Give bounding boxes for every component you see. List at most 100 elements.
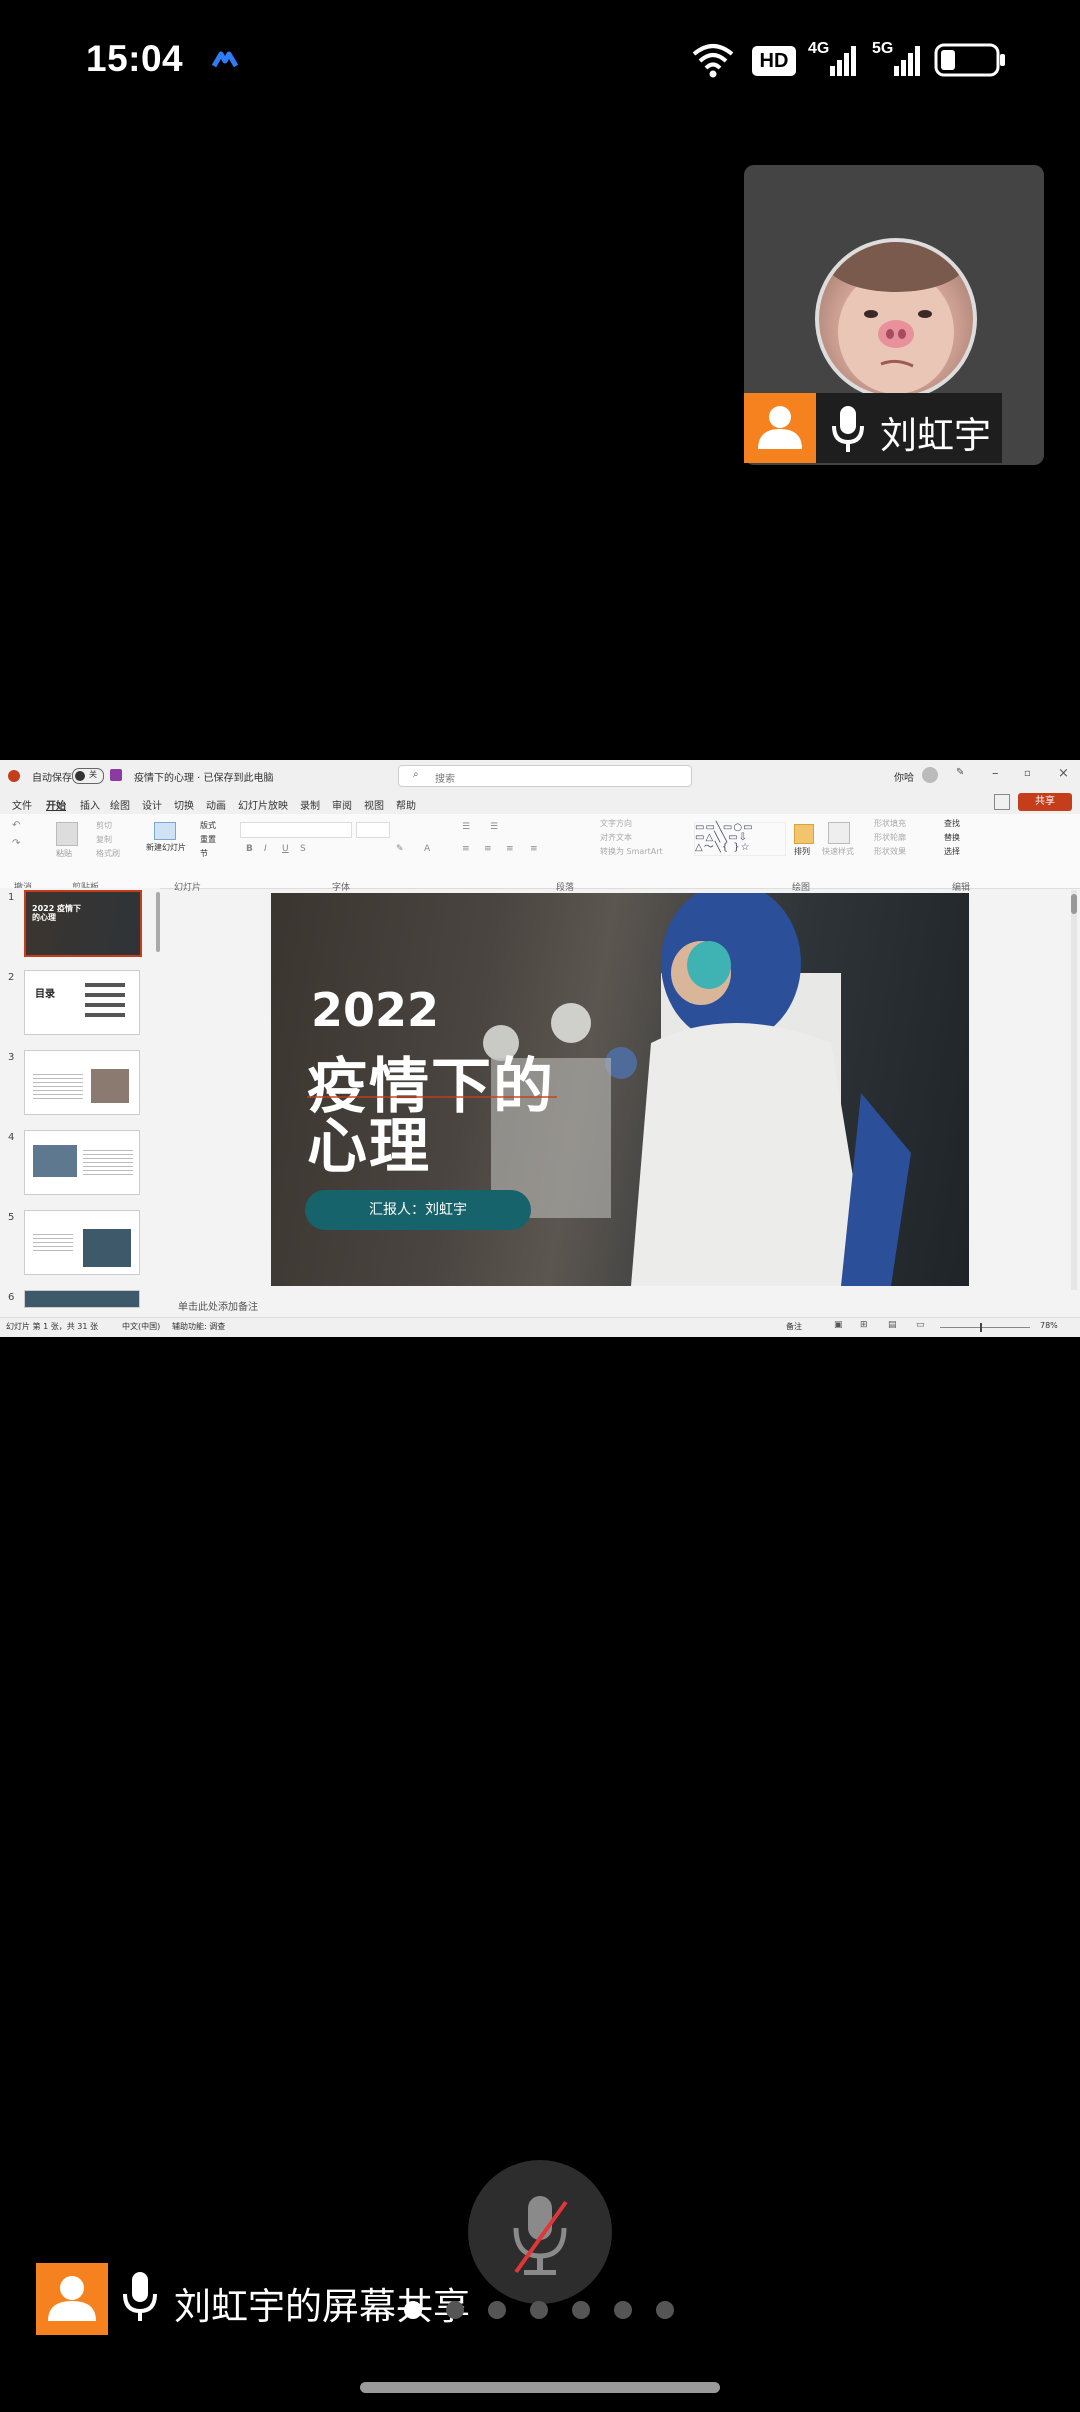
thumbnail-scrollbar[interactable] xyxy=(156,892,160,952)
reading-view-icon[interactable]: ▤ xyxy=(888,1320,897,1330)
thumbnail-slide-3[interactable] xyxy=(24,1050,140,1115)
menu-item-draw[interactable]: 绘图 xyxy=(110,797,130,812)
paste-icon[interactable] xyxy=(56,822,78,846)
language-status[interactable]: 中文(中国) xyxy=(122,1321,160,1332)
slide-scrollbar[interactable] xyxy=(1071,890,1077,1290)
autosave-toggle[interactable]: 关 xyxy=(72,768,104,784)
pen-icon[interactable]: ✎ xyxy=(956,767,964,778)
paste-button-label[interactable]: 粘贴 xyxy=(56,848,72,859)
user-name[interactable]: 你哈 xyxy=(894,769,914,784)
font-color-icon[interactable]: A xyxy=(424,844,430,854)
page-dot-2[interactable] xyxy=(446,2301,464,2319)
comments-icon[interactable] xyxy=(994,794,1010,810)
slideshow-icon[interactable]: ▭ xyxy=(916,1320,925,1330)
text-direction-button[interactable]: 文字方向 xyxy=(600,818,632,829)
arrange-button[interactable]: 排列 xyxy=(794,846,810,857)
page-dot-7[interactable] xyxy=(656,2301,674,2319)
quick-styles-icon[interactable] xyxy=(828,822,850,844)
new-slide-button[interactable]: 新建幻灯片 xyxy=(146,842,186,853)
highlight-icon[interactable]: ✎ xyxy=(396,844,404,854)
shapes-gallery[interactable]: ▭▭╲▭○▭ ▭△╲╲▭⇩ △〜╲{ }☆ xyxy=(694,822,786,856)
reset-button[interactable]: 重置 xyxy=(200,834,216,845)
menu-item-animations[interactable]: 动画 xyxy=(206,797,226,812)
ppt-menu-bar: 文件 开始 插入 绘图 设计 切换 动画 幻灯片放映 录制 审阅 视图 帮助 共… xyxy=(0,792,1080,814)
participant-name: 刘虹宇 xyxy=(880,415,991,456)
smartart-button[interactable]: 转换为 SmartArt xyxy=(600,846,663,857)
font-family-select[interactable] xyxy=(240,822,352,838)
shape-outline-button[interactable]: 形状轮廓 xyxy=(874,832,906,843)
align-right-icon[interactable]: ≡ xyxy=(506,844,514,854)
document-title[interactable]: 疫情下的心理 · 已保存到此电脑 xyxy=(134,769,274,784)
undo-icon[interactable]: ↶ xyxy=(12,820,20,831)
page-dot-6[interactable] xyxy=(614,2301,632,2319)
thumbnail-slide-5[interactable] xyxy=(24,1210,140,1275)
thumbnail-slide-1[interactable]: 2022 疫情下的心理 xyxy=(24,890,142,957)
minimize-icon[interactable]: – xyxy=(992,766,999,781)
mute-microphone-button[interactable] xyxy=(468,2160,612,2304)
home-indicator[interactable] xyxy=(360,2382,720,2393)
normal-view-icon[interactable]: ▣ xyxy=(834,1320,843,1330)
close-icon[interactable]: × xyxy=(1058,766,1069,781)
strikethrough-icon[interactable]: S xyxy=(300,844,306,854)
ppt-status-bar: 幻灯片 第 1 张，共 31 张 中文(中国) 辅助功能: 调查 备注 ▣ ⊞ … xyxy=(0,1317,1080,1337)
numbering-icon[interactable]: ☰ xyxy=(490,822,498,832)
page-dot-4[interactable] xyxy=(530,2301,548,2319)
search-placeholder: 搜索 xyxy=(435,774,455,785)
justify-icon[interactable]: ≡ xyxy=(530,844,538,854)
menu-item-help[interactable]: 帮助 xyxy=(396,797,416,812)
sorter-view-icon[interactable]: ⊞ xyxy=(860,1320,868,1330)
hd-icon: HD xyxy=(752,46,796,76)
section-button[interactable]: 节 xyxy=(200,848,208,859)
page-dot-1[interactable] xyxy=(404,2301,422,2319)
menu-item-file[interactable]: 文件 xyxy=(12,797,32,812)
format-painter-button[interactable]: 格式刷 xyxy=(96,848,120,859)
notes-toggle[interactable]: 备注 xyxy=(786,1321,802,1332)
select-button[interactable]: 选择 xyxy=(944,846,960,857)
layout-button[interactable]: 版式 xyxy=(200,820,216,831)
menu-item-transitions[interactable]: 切换 xyxy=(174,797,194,812)
save-icon[interactable] xyxy=(110,769,122,781)
participant-mic-icon xyxy=(832,406,864,452)
align-text-button[interactable]: 对齐文本 xyxy=(600,832,632,843)
shape-fill-button[interactable]: 形状填充 xyxy=(874,818,906,829)
bullets-icon[interactable]: ☰ xyxy=(462,822,470,832)
new-slide-icon[interactable] xyxy=(154,822,176,840)
thumbnail-slide-2[interactable]: 目录 xyxy=(24,970,140,1035)
shared-screen[interactable]: 自动保存 关 疫情下的心理 · 已保存到此电脑 ⌕ 搜索 你哈 ✎ – ▫ × … xyxy=(0,760,1080,1337)
screen-share-label: 刘虹宇的屏幕共享 xyxy=(174,2286,470,2327)
page-dot-3[interactable] xyxy=(488,2301,506,2319)
find-button[interactable]: 查找 xyxy=(944,818,960,829)
accessibility-status[interactable]: 辅助功能: 调查 xyxy=(172,1321,225,1332)
bold-icon[interactable]: B xyxy=(246,844,253,854)
quick-styles-button[interactable]: 快速样式 xyxy=(822,846,854,857)
font-size-select[interactable] xyxy=(356,822,390,838)
redo-icon[interactable]: ↷ xyxy=(12,838,20,849)
italic-icon[interactable]: I xyxy=(264,844,267,854)
align-left-icon[interactable]: ≡ xyxy=(462,844,470,854)
align-center-icon[interactable]: ≡ xyxy=(484,844,492,854)
page-dot-5[interactable] xyxy=(572,2301,590,2319)
arrange-icon[interactable] xyxy=(794,824,814,844)
copy-button[interactable]: 复制 xyxy=(96,834,112,845)
menu-item-home[interactable]: 开始 xyxy=(46,797,66,812)
share-button[interactable]: 共享 xyxy=(1018,793,1072,811)
zoom-slider[interactable] xyxy=(940,1323,1030,1332)
menu-item-slideshow[interactable]: 幻灯片放映 xyxy=(238,797,288,812)
replace-button[interactable]: 替换 xyxy=(944,832,960,843)
user-avatar[interactable] xyxy=(922,767,938,783)
thumbnail-slide-4[interactable] xyxy=(24,1130,140,1195)
thumbnail-slide-6[interactable] xyxy=(24,1290,140,1308)
menu-item-insert[interactable]: 插入 xyxy=(80,797,100,812)
shape-effects-button[interactable]: 形状效果 xyxy=(874,846,906,857)
menu-item-record[interactable]: 录制 xyxy=(300,797,320,812)
underline-icon[interactable]: U xyxy=(282,844,289,854)
menu-item-review[interactable]: 审阅 xyxy=(332,797,352,812)
cut-button[interactable]: 剪切 xyxy=(96,820,112,831)
menu-item-design[interactable]: 设计 xyxy=(142,797,162,812)
maximize-icon[interactable]: ▫ xyxy=(1024,768,1031,779)
menu-item-view[interactable]: 视图 xyxy=(364,797,384,812)
notes-pane[interactable]: 单击此处添加备注 xyxy=(160,1293,1080,1317)
zoom-level[interactable]: 78% xyxy=(1040,1321,1058,1330)
current-slide[interactable]: 2022 疫情下的 心理 汇报人：刘虹宇 xyxy=(271,893,969,1286)
ppt-search-box[interactable]: ⌕ 搜索 xyxy=(398,765,692,787)
